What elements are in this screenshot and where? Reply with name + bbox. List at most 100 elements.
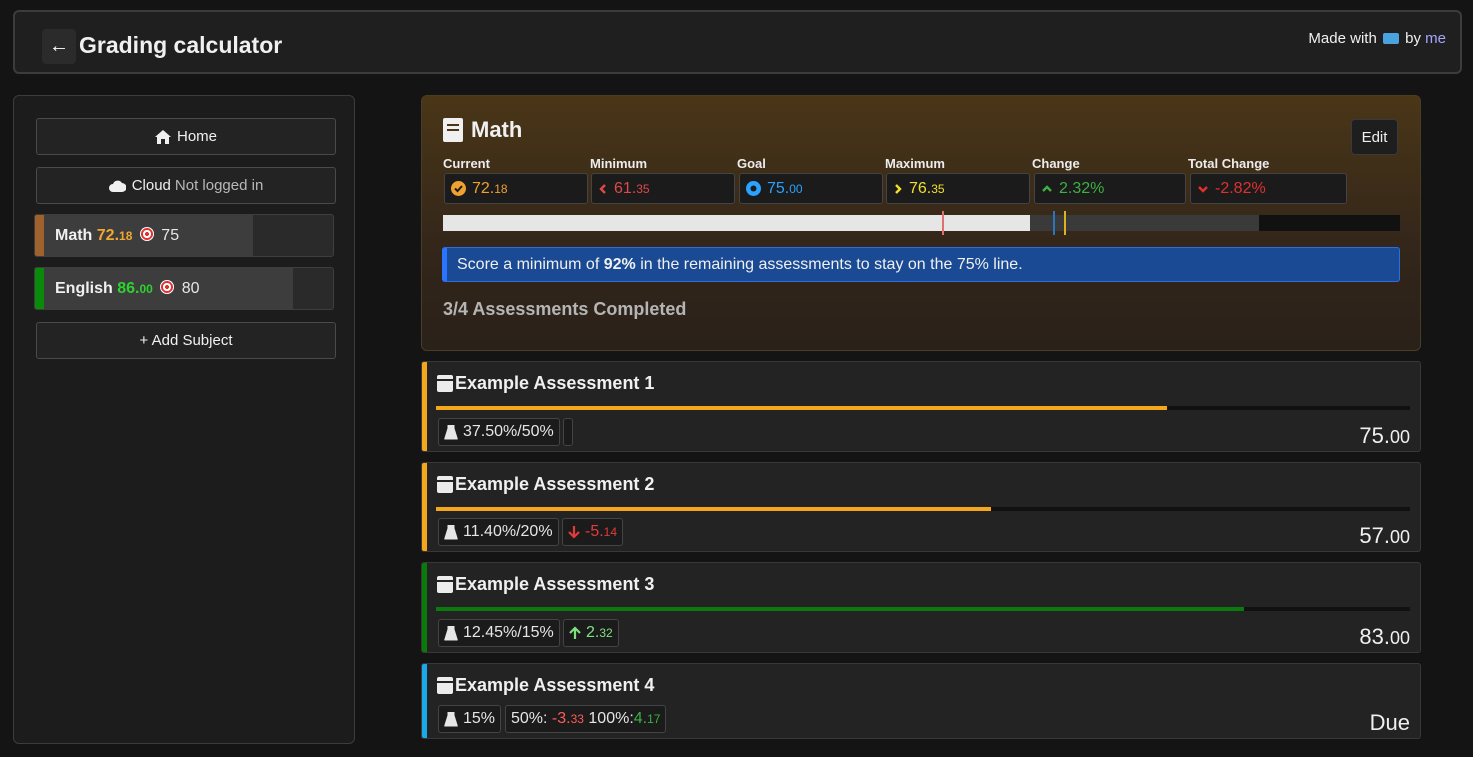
cloud-status: Not logged in	[174, 177, 264, 194]
subject-accent	[35, 268, 44, 309]
weight-icon	[444, 625, 458, 641]
cloud-label: Cloud	[131, 177, 171, 194]
change-int: -5.	[585, 523, 604, 540]
score-int: 57.	[1359, 523, 1390, 548]
info-prefix: Score a minimum of	[457, 255, 600, 273]
goal-value: 75.00	[739, 173, 883, 204]
assessment-progress-track	[436, 507, 1410, 511]
subject-grade: 86.	[117, 280, 140, 297]
assessment-score: 83.00	[1359, 624, 1410, 650]
goal-marker	[1053, 211, 1055, 235]
subject-grade-decimal: 00	[139, 282, 153, 296]
score-dec: 00	[1389, 527, 1410, 547]
change-dec: 14	[603, 525, 618, 539]
assessment-title: Example Assessment 4	[437, 675, 654, 696]
subject-target: 80	[181, 280, 200, 297]
maximum-value: 76.35	[886, 173, 1030, 204]
change-int: 2.	[586, 624, 600, 641]
scenario-high-label: 100%:	[588, 710, 634, 727]
assessment-title: Example Assessment 3	[437, 574, 654, 595]
author-link[interactable]: me	[1425, 30, 1446, 47]
home-button[interactable]: Home	[36, 118, 336, 155]
sidebar-subject-math[interactable]: Math 72.18 75	[34, 214, 334, 257]
subject-grade: 72.	[96, 227, 120, 244]
change-text: 2.32%	[1059, 179, 1105, 197]
back-button[interactable]: ←	[42, 29, 76, 64]
score-dec: 00	[1389, 628, 1410, 648]
total-change-value: -2.82%	[1190, 173, 1347, 204]
scenario-low-dec: 33	[570, 712, 584, 726]
change-chip	[563, 418, 573, 446]
assessment-accent	[422, 563, 427, 652]
add-subject-button[interactable]: + Add Subject	[36, 322, 336, 359]
weight-icon	[444, 711, 458, 727]
grade-progress-bar	[443, 211, 1400, 235]
assessment-accent	[422, 362, 427, 451]
calendar-icon	[437, 677, 453, 694]
weight-icon	[444, 524, 458, 540]
weight-value: 11.40%/20%	[463, 523, 553, 540]
weight-value: 12.45%/15%	[463, 624, 554, 641]
chevron-left-icon	[599, 183, 606, 194]
chevron-up-icon	[1042, 184, 1052, 192]
chevron-right-icon	[895, 183, 902, 194]
score-dec: 00	[1389, 427, 1410, 447]
assessment-name: Example Assessment 3	[455, 574, 655, 594]
made-with-credit: Made with by me	[1308, 30, 1446, 47]
assessment-score: 57.00	[1359, 523, 1410, 549]
total-change-label: Total Change	[1188, 156, 1270, 171]
goal-dec: 00	[789, 181, 803, 196]
goal-int: 75.	[767, 179, 790, 197]
cloud-button[interactable]: Cloud Not logged in	[36, 167, 336, 204]
page-title: Grading calculator	[79, 32, 283, 58]
maximum-marker	[1064, 211, 1066, 235]
minimum-int: 61.	[614, 179, 637, 197]
weight-chip: 37.50%/50%	[438, 418, 560, 446]
goal-label: Goal	[737, 156, 766, 171]
edit-button[interactable]: Edit	[1351, 119, 1398, 155]
chevron-down-icon	[1198, 185, 1208, 193]
minimum-marker	[942, 211, 944, 235]
info-suffix: in the remaining assessments to stay on …	[640, 255, 1023, 273]
assessment-accent	[422, 664, 427, 738]
current-dec: 18	[494, 181, 508, 196]
score-int: 83.	[1359, 624, 1390, 649]
assessment-name: Example Assessment 2	[455, 474, 655, 494]
change-dec: 32	[599, 626, 613, 640]
sidebar: Home Cloud Not logged in Math 72.18 75 E…	[13, 95, 355, 744]
arrow-down-icon	[568, 526, 580, 539]
scenario-low-label: 50%:	[511, 710, 548, 727]
weight-chip: 12.45%/15%	[438, 619, 560, 647]
target-icon	[139, 227, 154, 241]
sidebar-subject-english[interactable]: English 86.00 80	[34, 267, 334, 310]
assessment-progress-track	[436, 406, 1410, 410]
maximum-dec: 35	[931, 181, 945, 196]
scenario-high-dec: 17	[647, 712, 661, 726]
target-icon	[160, 280, 175, 294]
home-label: Home	[176, 128, 217, 145]
assessment-score: 75.00	[1359, 423, 1410, 449]
subject-name: English	[55, 280, 113, 297]
assessment-progress-fill	[436, 406, 1167, 410]
subject-accent	[35, 215, 44, 256]
info-alert: Score a minimum of 92% in the remaining …	[442, 247, 1400, 282]
weight-value: 37.50%/50%	[463, 423, 554, 440]
app-header: ← Grading calculator Made with by me	[13, 10, 1462, 74]
assessment-card[interactable]: Example Assessment 4 15% 50%: -3.33 100%…	[421, 663, 1421, 739]
weight-chip: 15%	[438, 705, 502, 733]
subject-grade-decimal: 18	[119, 229, 133, 243]
assessment-title: Example Assessment 2	[437, 474, 654, 495]
current-label: Current	[443, 156, 490, 171]
scenario-high-int: 4.	[633, 710, 648, 727]
assessment-title: Example Assessment 1	[437, 373, 654, 394]
assessment-progress-fill	[436, 607, 1245, 611]
change-label: Change	[1032, 156, 1080, 171]
assessment-card[interactable]: Example Assessment 1 37.50%/50% 75.00	[421, 361, 1421, 452]
check-circle-icon	[451, 181, 466, 196]
scenario-low-int: -3.	[551, 710, 571, 727]
subject-label: Math 72.18 75	[55, 227, 179, 245]
assessment-card[interactable]: Example Assessment 3 12.45%/15% 2.32 83.…	[421, 562, 1421, 653]
arrow-up-icon	[569, 626, 581, 639]
maximum-int: 76.	[909, 179, 932, 197]
assessment-card[interactable]: Example Assessment 2 11.40%/20% -5.14 57…	[421, 462, 1421, 552]
